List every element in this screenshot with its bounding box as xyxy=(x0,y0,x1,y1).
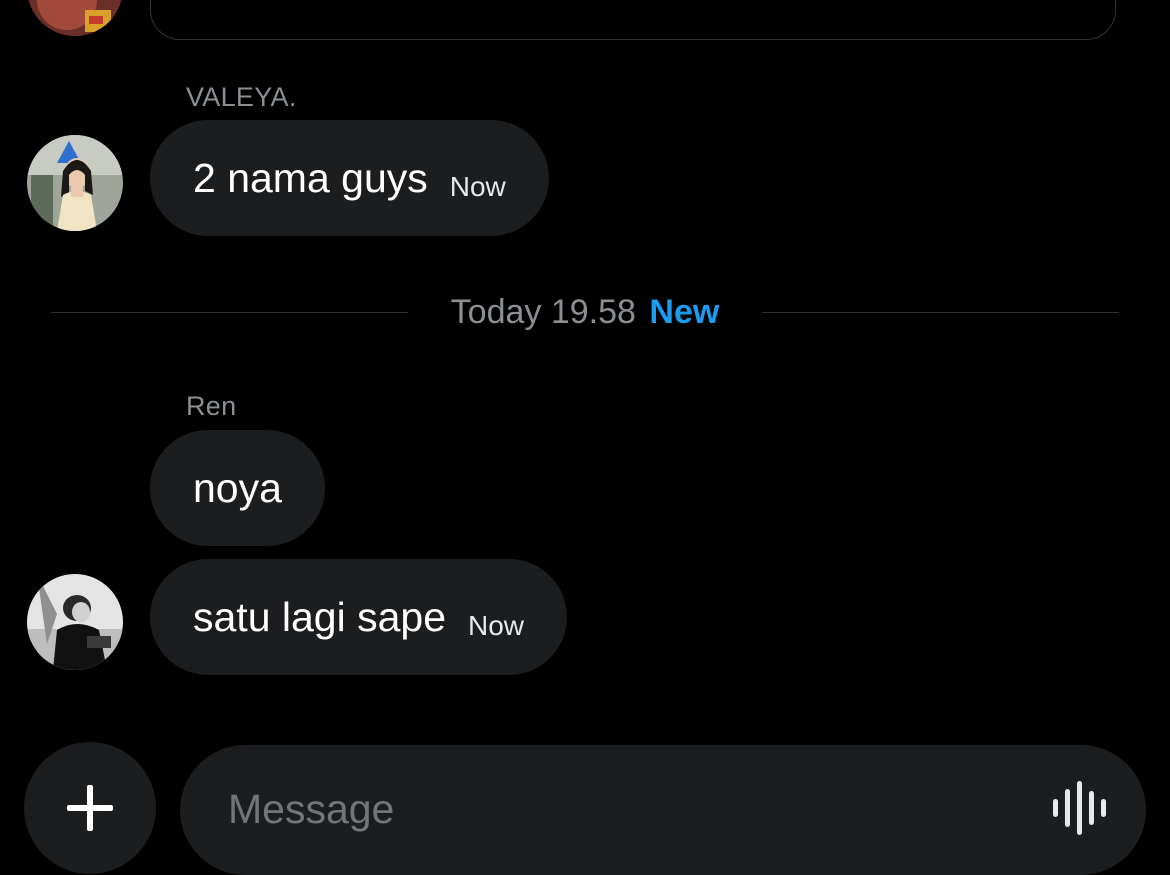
voice-waveform-icon[interactable] xyxy=(1051,779,1109,837)
message-bubble[interactable]: noya xyxy=(150,430,325,546)
message-input[interactable] xyxy=(228,781,1008,837)
sender-name: VALEYA. xyxy=(186,82,297,112)
avatar-previous-sender[interactable] xyxy=(27,0,123,36)
divider-timestamp: Today 19.58 xyxy=(450,293,636,331)
avatar-ren[interactable] xyxy=(27,574,123,670)
previous-message-bubble xyxy=(150,0,1116,40)
avatar-valeya[interactable] xyxy=(27,135,123,231)
plus-icon xyxy=(67,785,113,831)
message-bubble[interactable]: satu lagi sape Now xyxy=(150,559,568,675)
message-text: noya xyxy=(193,464,282,511)
new-badge: New xyxy=(649,293,720,331)
divider-line-right xyxy=(762,312,1119,313)
add-attachment-button[interactable] xyxy=(24,742,156,874)
message-timestamp: Now xyxy=(449,171,506,202)
message-composer[interactable] xyxy=(180,745,1146,875)
sender-name: Ren xyxy=(186,391,237,421)
message-timestamp: Now xyxy=(468,610,525,641)
divider-line-left xyxy=(51,312,408,313)
message-text: 2 nama guys xyxy=(193,154,428,201)
new-messages-divider: Today 19.58 New xyxy=(408,292,762,332)
message-text: satu lagi sape xyxy=(193,593,447,640)
message-bubble[interactable]: 2 nama guys Now xyxy=(150,120,549,236)
